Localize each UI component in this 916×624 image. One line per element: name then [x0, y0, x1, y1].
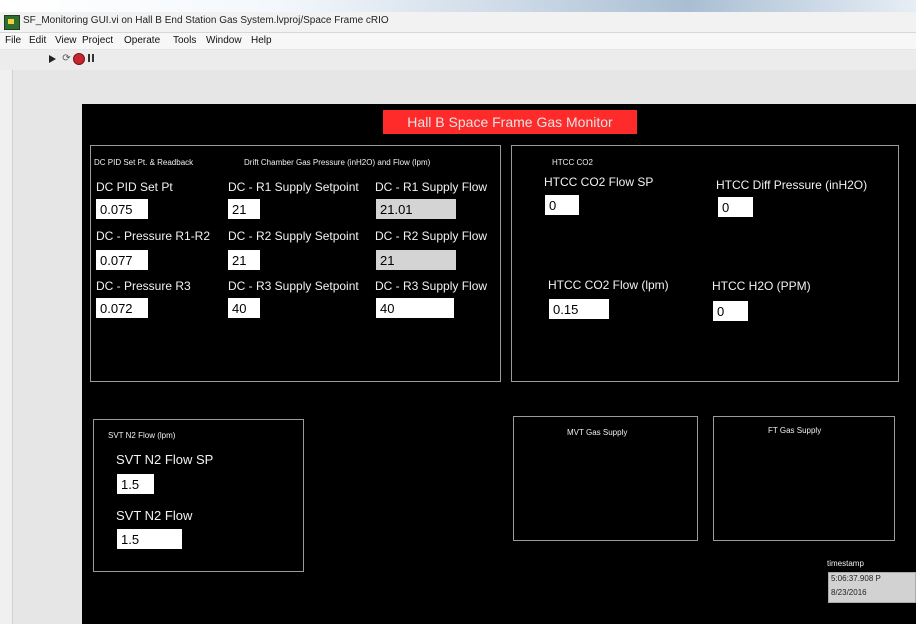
dc-r2-flow-field: 21 — [376, 250, 456, 270]
htcc-diff-pressure-field: 0 — [718, 197, 753, 217]
menu-file[interactable]: File — [5, 35, 21, 46]
dc-r2-setpoint-label: DC - R2 Supply Setpoint — [228, 229, 359, 243]
htcc-h2o-field: 0 — [713, 301, 748, 321]
svt-flow-label: SVT N2 Flow — [116, 508, 193, 523]
htcc-group-label: HTCC CO2 — [552, 158, 593, 167]
dc-r1-flow-label: DC - R1 Supply Flow — [375, 180, 488, 194]
svt-group-box — [93, 419, 304, 572]
dc-r3-setpoint-label: DC - R3 Supply Setpoint — [228, 279, 359, 293]
abort-icon[interactable] — [73, 53, 85, 65]
htcc-co2-flow-sp-field[interactable]: 0 — [545, 195, 579, 215]
dc-r3-flow-field: 40 — [376, 298, 454, 318]
mvt-group-label: MVT Gas Supply — [567, 428, 628, 437]
dc-r1-flow-field: 21.01 — [376, 199, 456, 219]
htcc-co2-flow-sp-label: HTCC CO2 Flow SP — [544, 175, 654, 189]
dc-pressure-r3-label: DC - Pressure R3 — [96, 279, 191, 293]
dc-pressure-r1r2-label: DC - Pressure R1-R2 — [96, 229, 211, 243]
panel-left-margin — [0, 70, 13, 624]
dc-pressure-r3-field: 0.072 — [96, 298, 148, 318]
menu-window[interactable]: Window — [206, 35, 242, 46]
menu-operate[interactable]: Operate — [124, 35, 160, 46]
run-icon[interactable] — [49, 55, 56, 63]
menu-tools[interactable]: Tools — [173, 35, 196, 46]
ft-group-label: FT Gas Supply — [768, 426, 822, 435]
htcc-diff-pressure-label: HTCC Diff Pressure (inH2O) — [716, 178, 868, 192]
dc-r3-flow-label: DC - R3 Supply Flow — [375, 279, 488, 293]
dc-pid-set-pt-field[interactable]: 0.075 — [96, 199, 148, 219]
labview-app-icon — [4, 15, 20, 30]
menu-view[interactable]: View — [55, 35, 77, 46]
svt-group-label: SVT N2 Flow (lpm) — [108, 431, 176, 440]
dc-pid-set-pt-label: DC PID Set Pt — [96, 180, 173, 194]
pause-icon[interactable] — [88, 54, 90, 62]
run-continuously-icon[interactable]: ⟳ — [61, 53, 72, 64]
htcc-h2o-label: HTCC H2O (PPM) — [712, 279, 811, 293]
drift-chamber-label: Drift Chamber Gas Pressure (inH2O) and F… — [244, 158, 431, 167]
menu-edit[interactable]: Edit — [29, 35, 46, 46]
dc-r1-setpoint-label: DC - R1 Supply Setpoint — [228, 180, 359, 194]
timestamp-label: timestamp — [827, 559, 864, 568]
svt-flow-sp-field[interactable]: 1.5 — [117, 474, 154, 494]
htcc-co2-flow-label: HTCC CO2 Flow (lpm) — [548, 278, 669, 292]
menu-help[interactable]: Help — [251, 35, 272, 46]
menu-project[interactable]: Project — [82, 35, 113, 46]
dc-r2-flow-label: DC - R2 Supply Flow — [375, 229, 488, 243]
dc-pressure-r1r2-field: 0.077 — [96, 250, 148, 270]
desktop-strip — [0, 0, 916, 12]
dc-group-label: DC PID Set Pt. & Readback — [94, 158, 194, 167]
dc-r1-setpoint-field[interactable]: 21 — [228, 199, 260, 219]
panel-title: Hall B Space Frame Gas Monitor — [383, 110, 637, 134]
svt-flow-sp-label: SVT N2 Flow SP — [116, 452, 214, 467]
dc-r2-setpoint-field[interactable]: 21 — [228, 250, 260, 270]
htcc-co2-flow-field: 0.15 — [549, 299, 609, 319]
toolbar — [0, 50, 916, 70]
dc-r3-setpoint-field[interactable]: 40 — [228, 298, 260, 318]
timestamp-date: 8/23/2016 — [831, 588, 867, 597]
timestamp-time: 5:06:37.908 P — [831, 574, 881, 583]
svt-flow-field: 1.5 — [117, 529, 182, 549]
window-title: SF_Monitoring GUI.vi on Hall B End Stati… — [23, 15, 389, 26]
